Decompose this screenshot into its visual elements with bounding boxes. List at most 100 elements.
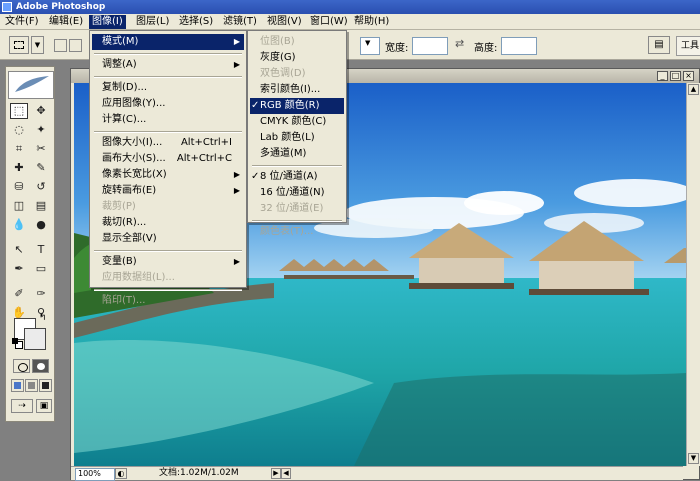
image-menu-item-16[interactable]: 变量(B) ▶ bbox=[92, 254, 244, 270]
submenu-arrow-icon: ▶ bbox=[233, 170, 240, 179]
path-select-tool-icon[interactable]: ↖ bbox=[10, 242, 28, 258]
file-browser-icon[interactable]: ▤ bbox=[648, 36, 670, 54]
type-tool-icon[interactable]: T bbox=[32, 242, 50, 258]
scroll-left-arrow-icon[interactable]: ◀ bbox=[281, 468, 291, 479]
menu-6[interactable]: 视图(V) bbox=[264, 15, 305, 29]
mode-menu-item-5[interactable]: CMYK 颜色(C) bbox=[250, 114, 344, 130]
add-selection-icon[interactable] bbox=[69, 39, 82, 52]
shape-tool-icon[interactable]: ▭ bbox=[32, 261, 50, 277]
brush-tool-icon[interactable]: ✎ bbox=[32, 160, 50, 176]
image-menu-item-10[interactable]: 像素长宽比(X) ▶ bbox=[92, 167, 244, 183]
image-menu-item-11[interactable]: 旋转画布(E) ▶ bbox=[92, 183, 244, 199]
menu-7[interactable]: 窗口(W) bbox=[307, 15, 351, 29]
menu-item-label: 陷印(T)... bbox=[102, 295, 146, 306]
image-menu-dropdown: 模式(M) ▶ 调整(A) ▶ 复制(D)... 应用图像(Y)... 计算(C)... 图像… bbox=[89, 30, 247, 306]
palette-well-tab[interactable]: 工具 bbox=[676, 36, 700, 56]
menu-item-label: 16 位/通道(N) bbox=[260, 187, 325, 198]
menu-separator bbox=[94, 289, 242, 291]
mode-menu-item-9[interactable]: ✓ 8 位/通道(A) bbox=[250, 169, 344, 185]
move-tool-icon[interactable]: ✥ bbox=[32, 103, 50, 119]
maximize-icon[interactable]: □ bbox=[670, 71, 681, 81]
healing-brush-tool-icon[interactable]: ✚ bbox=[10, 160, 28, 176]
close-icon[interactable]: × bbox=[683, 71, 694, 81]
menu-shortcut: Alt+Ctrl+C bbox=[176, 153, 232, 164]
image-menu-item-0[interactable]: 模式(M) ▶ bbox=[92, 34, 244, 50]
full-screen-icon[interactable] bbox=[39, 379, 52, 392]
blur-tool-icon[interactable]: 💧 bbox=[10, 217, 28, 233]
menu-item-label: 裁剪(P) bbox=[102, 201, 136, 212]
submenu-arrow-icon: ▶ bbox=[233, 37, 240, 46]
menu-4[interactable]: 选择(S) bbox=[176, 15, 216, 29]
image-menu-item-9[interactable]: 画布大小(S)... Alt+Ctrl+C bbox=[92, 151, 244, 167]
pen-tool-icon[interactable]: ✒ bbox=[10, 261, 28, 277]
image-menu-item-8[interactable]: 图像大小(I)... Alt+Ctrl+I bbox=[92, 135, 244, 151]
standard-screen-icon[interactable] bbox=[11, 379, 24, 392]
mode-menu-item-1[interactable]: 灰度(G) bbox=[250, 50, 344, 66]
menu-item-label: 画布大小(S)... bbox=[102, 153, 166, 164]
swap-arrows-icon[interactable]: ⇄ bbox=[455, 37, 464, 50]
menu-0[interactable]: 文件(F) bbox=[2, 15, 42, 29]
mode-menu-item-6[interactable]: Lab 颜色(L) bbox=[250, 130, 344, 146]
slice-tool-icon[interactable]: ✂ bbox=[32, 141, 50, 157]
default-colors-icon[interactable] bbox=[12, 338, 23, 349]
full-screen-menu-icon[interactable] bbox=[25, 379, 38, 392]
adobe-feather-icon[interactable] bbox=[8, 71, 54, 99]
gradient-tool-icon[interactable]: ▤ bbox=[32, 198, 50, 214]
scroll-up-arrow-icon[interactable]: ▲ bbox=[688, 84, 699, 95]
preset-dropdown-button[interactable]: ▼ bbox=[31, 36, 44, 54]
menu-3[interactable]: 图层(L) bbox=[133, 15, 172, 29]
style-dropdown[interactable]: ▼ bbox=[360, 37, 380, 55]
menu-item-label: 双色调(D) bbox=[260, 68, 306, 79]
status-bar: 100% ◐ 文档:1.02M/1.02M ▶ ◀ bbox=[71, 466, 683, 481]
menu-item-label: 调整(A) bbox=[102, 59, 137, 70]
checkmark-icon: ✓ bbox=[251, 171, 260, 182]
notes-tool-icon[interactable]: ✐ bbox=[10, 286, 28, 302]
eyedropper-tool-icon[interactable]: ✑ bbox=[32, 286, 50, 302]
mode-menu-item-3[interactable]: 索引颜色(I)... bbox=[250, 82, 344, 98]
image-menu-item-5[interactable]: 应用图像(Y)... bbox=[92, 96, 244, 112]
scroll-down-arrow-icon[interactable]: ▼ bbox=[688, 453, 699, 464]
new-selection-icon[interactable] bbox=[54, 39, 67, 52]
menu-2[interactable]: 图像(I) bbox=[89, 15, 126, 29]
menu-item-label: 旋转画布(E) bbox=[102, 185, 157, 196]
menu-5[interactable]: 滤镜(T) bbox=[220, 15, 260, 29]
image-menu-item-14[interactable]: 显示全部(V) bbox=[92, 231, 244, 247]
image-menu-item-2[interactable]: 调整(A) ▶ bbox=[92, 57, 244, 73]
menu-8[interactable]: 帮助(H) bbox=[351, 15, 392, 29]
magic-wand-tool-icon[interactable]: ✦ bbox=[32, 122, 50, 138]
minimize-icon[interactable]: _ bbox=[657, 71, 668, 81]
height-field[interactable] bbox=[501, 37, 537, 55]
submenu-arrow-icon: ▶ bbox=[233, 60, 240, 69]
marquee-preset-button[interactable] bbox=[9, 36, 29, 54]
menu-item-label: 多通道(M) bbox=[260, 148, 307, 159]
status-arrow-icon[interactable]: ▶ bbox=[271, 468, 281, 479]
mode-menu-item-10[interactable]: 16 位/通道(N) bbox=[250, 185, 344, 201]
zoom-field[interactable]: 100% bbox=[75, 468, 115, 481]
menu-separator bbox=[252, 165, 342, 167]
lasso-tool-icon[interactable]: ◌ bbox=[10, 122, 28, 138]
menu-bar: 文件(F) 编辑(E) 图像(I) 图层(L) 选择(S) 滤镜(T) 视图(V) 窗口(W)… bbox=[0, 14, 700, 30]
imageready-icon[interactable]: ▣ bbox=[36, 399, 52, 413]
image-menu-item-4[interactable]: 复制(D)... bbox=[92, 80, 244, 96]
marquee-tool-icon[interactable]: ⬚ bbox=[10, 103, 28, 119]
jump-to-imageready-icon[interactable]: ⇢ bbox=[11, 399, 33, 413]
clone-stamp-tool-icon[interactable]: ⛁ bbox=[10, 179, 28, 195]
eraser-tool-icon[interactable]: ◫ bbox=[10, 198, 28, 214]
crop-tool-icon[interactable]: ⌗ bbox=[10, 141, 28, 157]
history-brush-tool-icon[interactable]: ↺ bbox=[32, 179, 50, 195]
standard-mode-icon[interactable] bbox=[13, 359, 30, 373]
mode-menu-item-4[interactable]: ✓ RGB 颜色(R) bbox=[250, 98, 344, 114]
background-color-swatch[interactable] bbox=[24, 328, 46, 350]
document-info: 文档:1.02M/1.02M bbox=[159, 468, 239, 478]
menu-1[interactable]: 编辑(E) bbox=[46, 15, 86, 29]
image-menu-item-6[interactable]: 计算(C)... bbox=[92, 112, 244, 128]
quick-mask-icon[interactable] bbox=[32, 359, 49, 373]
vertical-scrollbar[interactable]: ▲ ▼ bbox=[686, 83, 700, 466]
dodge-tool-icon[interactable]: ● bbox=[32, 217, 50, 233]
image-menu-item-13[interactable]: 裁切(R)... bbox=[92, 215, 244, 231]
menu-item-label: 模式(M) bbox=[102, 36, 139, 47]
mode-menu-item-7[interactable]: 多通道(M) bbox=[250, 146, 344, 162]
status-options-icon[interactable]: ◐ bbox=[115, 468, 127, 479]
width-field[interactable] bbox=[412, 37, 448, 55]
swap-colors-icon[interactable]: ↰ bbox=[39, 313, 47, 323]
